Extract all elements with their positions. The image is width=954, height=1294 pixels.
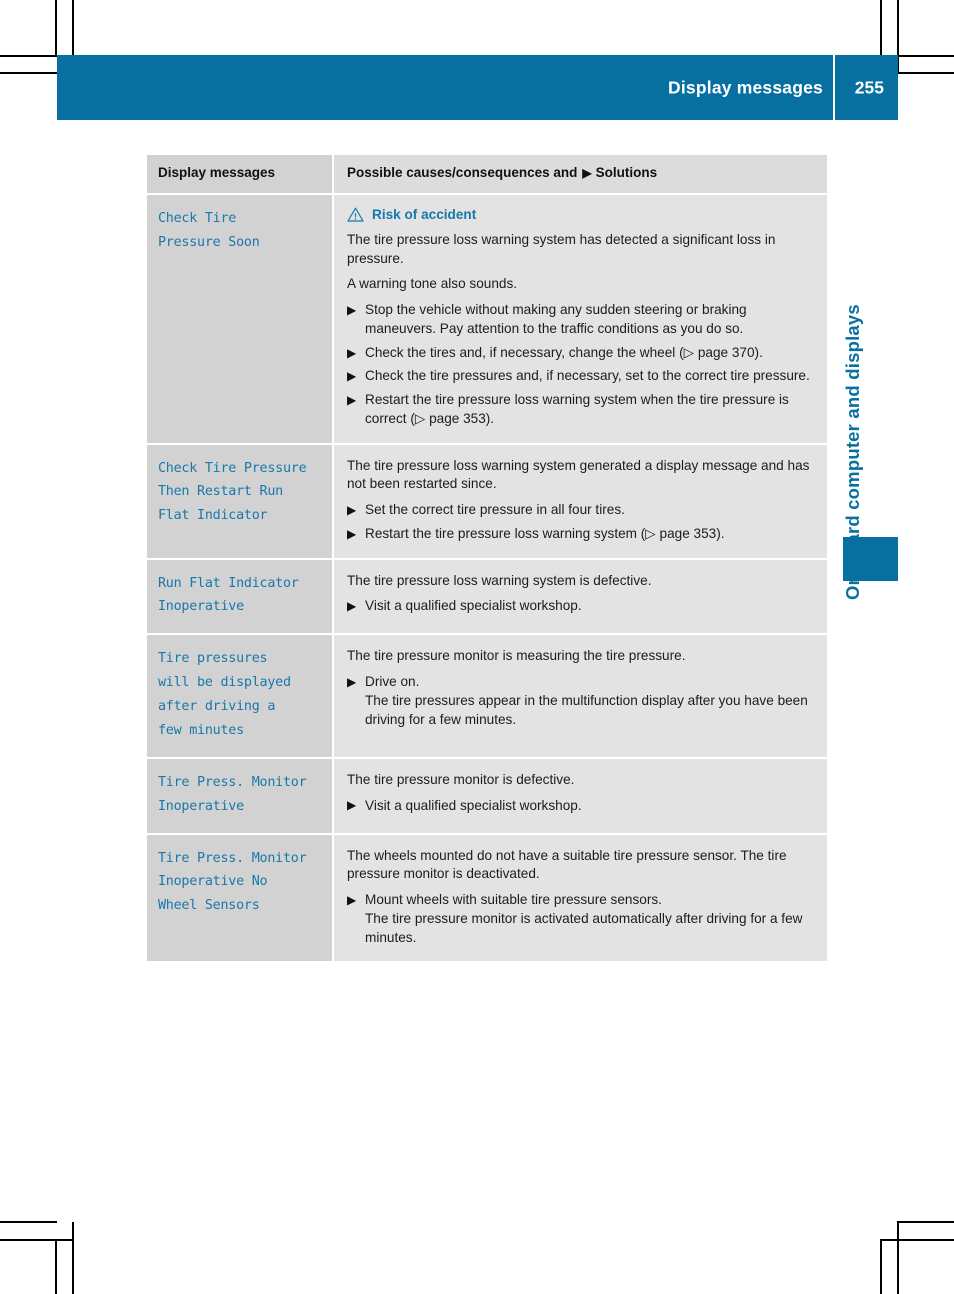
crop-mark-bottom-left-horizontal-inner [0,1239,74,1241]
table-header-cell-messages: Display messages [147,155,334,193]
solution-bullet-text: Check the tire pressures and, if necessa… [365,368,810,384]
solution-bullet: ▶ Stop the vehicle without making any sud… [347,301,817,339]
table-cell-message: Tire pressures will be displayed after d… [147,635,334,757]
table-cell-solution: The tire pressure monitor is defective. … [334,758,827,833]
header-divider [833,55,835,120]
bullet-arrow-icon: ▶ [347,798,357,813]
solution-bullet-text: Restart the tire pressure loss warning s… [365,392,789,426]
crop-mark-bottom-left-vertical-outer [55,1240,57,1294]
bullet-arrow-icon: ▶ [347,526,357,541]
solution-bullet-text: Restart the tire pressure loss warning s… [365,525,725,541]
crop-mark-top-left-horizontal-outer [0,55,57,57]
bullet-arrow-icon: ▶ [347,369,357,384]
page-header-bar: Display messages 255 [57,55,898,120]
table-cell-message: Run Flat Indicator Inoperative [147,559,334,634]
table-cell-solution: Risk of accident The tire pressure loss … [334,194,827,443]
bullet-arrow-icon: ▶ [347,503,357,518]
bullet-arrow-icon: ▶ [347,599,357,614]
display-message-text: Run Flat Indicator Inoperative [158,575,299,615]
table-cell-message: Tire Press. Monitor Inoperative No Wheel… [147,834,334,962]
column-header-solutions: Possible causes/consequences and ▶ Solutio… [347,165,817,182]
solutions-arrow-icon: ▶ [582,166,592,180]
table-row: Tire Press. Monitor Inoperative No Wheel… [147,834,827,962]
solution-paragraph: The tire pressure monitor is measuring t… [347,648,686,664]
bullet-arrow-icon: ▶ [347,393,357,408]
display-message-text: Tire Press. Monitor Inoperative [158,774,307,814]
table-header-cell-solutions: Possible causes/consequences and ▶ Solutio… [334,155,827,193]
page-number: 255 [854,77,884,97]
chapter-tab-marker [843,537,898,581]
crop-mark-bottom-right-vertical-inner [897,1222,899,1294]
solution-paragraph: The tire pressure loss warning system is… [347,572,652,588]
table-row: Check Tire Pressure Soon Risk of acciden… [147,194,827,445]
table-cell-solution: The wheels mounted do not have a suitabl… [334,834,827,962]
warning-triangle-icon [347,207,364,222]
solution-bullet: ▶ Restart the tire pressure loss warning … [347,525,817,544]
solution-bullet-subtext: The tire pressures appear in the multifu… [365,692,808,727]
crop-mark-top-left-horizontal-inner [0,72,57,74]
column-header-suffix: Solutions [595,165,658,180]
warning-heading: Risk of accident [347,207,817,222]
solution-bullet-text: Visit a qualified specialist workshop. [365,598,582,614]
display-message-text: Check Tire Pressure Then Restart Run Fla… [158,460,307,524]
display-messages-table: Display messages Possible causes/consequ… [147,155,827,962]
solution-bullet-text: Check the tires and, if necessary, chang… [365,344,763,360]
warning-heading-text: Risk of accident [372,206,477,222]
crop-mark-top-right-horizontal-inner [897,72,954,74]
crop-mark-bottom-right-vertical-outer [880,1240,882,1294]
solution-paragraph: The wheels mounted do not have a suitabl… [347,847,787,882]
solution-paragraph: The tire pressure loss warning system ge… [347,457,810,492]
chapter-side-label: On-board computer and displays [842,304,863,600]
bullet-arrow-icon: ▶ [347,345,357,360]
solution-paragraph: The tire pressure loss warning system ha… [347,231,776,266]
bullet-arrow-icon: ▶ [347,892,357,907]
solution-bullet-text: Drive on. [365,674,420,690]
solution-bullet: ▶ Check the tires and, if necessary, chan… [347,344,817,363]
solution-bullet-text: Set the correct tire pressure in all fou… [365,502,625,518]
table-cell-message: Tire Press. Monitor Inoperative [147,758,334,833]
crop-mark-top-left-vertical-outer [55,0,57,57]
table-cell-message: Check Tire Pressure Then Restart Run Fla… [147,444,334,558]
solution-bullet-text: Visit a qualified specialist workshop. [365,797,582,813]
crop-mark-bottom-right-horizontal-inner [880,1239,954,1241]
solution-bullet: ▶ Drive on. The tire pressures appear in t… [347,673,817,729]
bullet-arrow-icon: ▶ [347,303,357,318]
solution-bullet-text: Mount wheels with suitable tire pressure… [365,892,662,907]
crop-mark-top-right-vertical-outer [880,0,882,57]
crop-mark-top-right-horizontal-outer [897,55,954,57]
bullet-arrow-icon: ▶ [347,675,357,690]
table-cell-solution: The tire pressure loss warning system is… [334,559,827,634]
solution-bullet: ▶ Visit a qualified specialist workshop. [347,597,817,616]
crop-mark-bottom-right-horizontal-outer [897,1221,954,1223]
display-message-text: Check Tire Pressure Soon [158,210,260,250]
solution-bullet: ▶ Set the correct tire pressure in all fo… [347,501,817,520]
solution-bullet-subtext: The tire pressure monitor is activated a… [365,910,803,945]
page-title: Display messages [668,77,823,97]
column-header-prefix: Possible causes/consequences and [347,165,578,180]
table-row: Tire pressures will be displayed after d… [147,635,827,759]
table-row: Run Flat Indicator Inoperative The tire … [147,559,827,636]
table-cell-solution: The tire pressure loss warning system ge… [334,444,827,558]
solution-bullet: ▶ Check the tire pressures and, if necess… [347,367,817,386]
crop-mark-bottom-left-vertical-inner [72,1222,74,1294]
table-row: Check Tire Pressure Then Restart Run Fla… [147,444,827,560]
display-message-text: Tire Press. Monitor Inoperative No Wheel… [158,850,307,914]
column-header-display-messages: Display messages [158,165,276,180]
table-header-row: Display messages Possible causes/consequ… [147,155,827,195]
display-message-text: Tire pressures will be displayed after d… [158,651,291,738]
solution-bullet: ▶ Restart the tire pressure loss warning … [347,391,817,429]
solution-paragraph: A warning tone also sounds. [347,276,518,292]
solution-bullet-text: Stop the vehicle without making any sudd… [365,302,747,336]
crop-mark-bottom-left-horizontal-outer [0,1221,57,1223]
table-row: Tire Press. Monitor Inoperative The tire… [147,758,827,835]
crop-mark-top-left-vertical-inner [72,0,74,57]
table-cell-message: Check Tire Pressure Soon [147,194,334,443]
solution-bullet: ▶ Visit a qualified specialist workshop. [347,797,817,816]
table-cell-solution: The tire pressure monitor is measuring t… [334,635,827,757]
solution-bullet: ▶ Mount wheels with suitable tire pressur… [347,891,817,947]
solution-paragraph: The tire pressure monitor is defective. [347,771,575,787]
